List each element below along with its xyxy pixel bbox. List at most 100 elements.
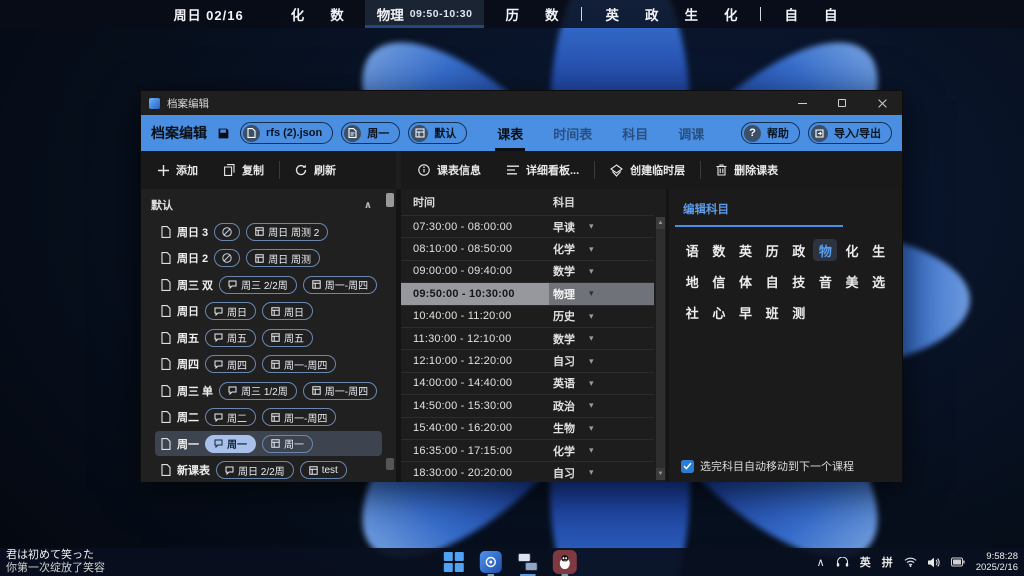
tab-swap[interactable]: 调课 bbox=[678, 115, 704, 151]
subject-button[interactable]: 化 bbox=[840, 239, 864, 261]
ime-lang-badge[interactable]: 英 bbox=[860, 554, 871, 570]
taskbar-clock[interactable]: 9:58:28 2025/2/16 bbox=[976, 551, 1018, 573]
checkbox-checked[interactable] bbox=[681, 460, 694, 473]
add-button[interactable]: 添加 bbox=[145, 157, 211, 183]
save-icon[interactable] bbox=[217, 127, 230, 140]
subject-dropdown[interactable]: 化学 ▾ bbox=[549, 238, 654, 259]
tab-timetable[interactable]: 时间表 bbox=[553, 115, 592, 151]
table-row[interactable]: 14:50:00 - 15:30:00 政治 ▾ bbox=[401, 394, 654, 416]
table-row[interactable]: 15:40:00 - 16:20:00 生物 ▾ bbox=[401, 417, 654, 439]
tab-schedule[interactable]: 课表 bbox=[497, 115, 523, 151]
subject-dropdown[interactable]: 政治 ▾ bbox=[549, 395, 654, 416]
subject-dropdown[interactable]: 物理 ▾ bbox=[549, 283, 654, 304]
topbar-subject[interactable]: 历 bbox=[492, 0, 532, 28]
start-button[interactable] bbox=[442, 551, 466, 573]
topbar-subject[interactable]: 化 bbox=[711, 0, 751, 28]
subject-button[interactable]: 语 bbox=[680, 239, 704, 261]
subject-button[interactable]: 音 bbox=[813, 270, 837, 292]
delete-schedule-button[interactable]: 删除课表 bbox=[703, 157, 791, 183]
subject-button[interactable]: 生 bbox=[867, 239, 891, 261]
subject-button[interactable]: 历 bbox=[760, 239, 784, 261]
profile-pill[interactable]: 默认 bbox=[408, 122, 467, 144]
subject-button[interactable]: 测 bbox=[787, 301, 811, 323]
table-scrollbar[interactable]: ▲ ▼ bbox=[656, 217, 665, 480]
group-header[interactable]: 默认 ∧ bbox=[141, 189, 396, 217]
refresh-button[interactable]: 刷新 bbox=[282, 157, 349, 183]
topbar-subject[interactable]: 自 bbox=[811, 0, 851, 28]
list-item[interactable]: 周三 双 周三 2/2周 周一-周四 bbox=[155, 272, 382, 297]
subject-button[interactable]: 自 bbox=[760, 270, 784, 292]
list-item[interactable]: 周二 周二 周一-周四 bbox=[155, 405, 382, 430]
auto-move-option[interactable]: 选完科目自动移动到下一个课程 bbox=[681, 458, 854, 474]
subject-button[interactable]: 心 bbox=[707, 301, 731, 323]
subject-dropdown[interactable]: 生物 ▾ bbox=[549, 418, 654, 439]
table-row[interactable]: 14:00:00 - 14:40:00 英语 ▾ bbox=[401, 372, 654, 394]
subject-button[interactable]: 政 bbox=[787, 239, 811, 261]
topbar-subject[interactable]: 化 bbox=[278, 0, 318, 28]
topbar-subject[interactable]: 政 bbox=[632, 0, 672, 28]
subject-dropdown[interactable]: 英语 ▾ bbox=[549, 373, 654, 394]
topbar-subject[interactable]: 英 bbox=[592, 0, 632, 28]
subject-button[interactable]: 数 bbox=[707, 239, 731, 261]
left-scrollbar[interactable] bbox=[386, 193, 394, 478]
subject-dropdown[interactable]: 历史 ▾ bbox=[549, 306, 654, 327]
table-row[interactable]: 12:10:00 - 12:20:00 自习 ▾ bbox=[401, 349, 654, 371]
schedule-info-button[interactable]: 课表信息 bbox=[405, 157, 494, 183]
headset-icon[interactable] bbox=[836, 557, 849, 568]
subject-button[interactable]: 地 bbox=[680, 270, 704, 292]
schedule-pill[interactable]: 周一 bbox=[341, 122, 400, 144]
help-button[interactable]: ? 帮助 bbox=[741, 122, 800, 144]
subject-dropdown[interactable]: 自习 ▾ bbox=[549, 462, 654, 482]
list-item[interactable]: 周四 周四 周一-周四 bbox=[155, 352, 382, 377]
table-row[interactable]: 08:10:00 - 08:50:00 化学 ▾ bbox=[401, 237, 654, 259]
tab-subjects[interactable]: 科目 bbox=[622, 115, 648, 151]
table-row[interactable]: 09:50:00 - 10:30:00 物理 ▾ bbox=[401, 282, 654, 304]
list-item[interactable]: 周五 周五 周五 bbox=[155, 325, 382, 350]
subject-button[interactable]: 物 bbox=[813, 239, 837, 261]
table-row[interactable]: 09:00:00 - 09:40:00 数学 ▾ bbox=[401, 260, 654, 282]
subject-button[interactable]: 早 bbox=[734, 301, 758, 323]
subject-dropdown[interactable]: 化学 ▾ bbox=[549, 440, 654, 461]
list-item[interactable]: 周三 单 周三 1/2周 周一-周四 bbox=[155, 378, 382, 403]
list-item[interactable]: 周日 2 周日 周测 bbox=[155, 246, 382, 271]
maximize-button[interactable] bbox=[822, 91, 862, 115]
detail-board-button[interactable]: 详细看板... bbox=[494, 157, 592, 183]
subject-button[interactable]: 英 bbox=[734, 239, 758, 261]
subject-button[interactable]: 班 bbox=[760, 301, 784, 323]
scrollbar-down-box[interactable] bbox=[386, 458, 394, 470]
table-row[interactable]: 07:30:00 - 08:00:00 早读 ▾ bbox=[401, 215, 654, 237]
subject-button[interactable]: 信 bbox=[707, 270, 731, 292]
subject-button[interactable]: 体 bbox=[734, 270, 758, 292]
close-button[interactable] bbox=[862, 91, 902, 115]
subject-dropdown[interactable]: 数学 ▾ bbox=[549, 328, 654, 349]
subject-dropdown[interactable]: 自习 ▾ bbox=[549, 350, 654, 371]
table-row[interactable]: 16:35:00 - 17:15:00 化学 ▾ bbox=[401, 439, 654, 461]
list-item[interactable]: 周日 3 周日 周测 2 bbox=[155, 219, 382, 244]
collapse-chevron-icon[interactable]: ∧ bbox=[364, 200, 372, 211]
wifi-icon[interactable] bbox=[904, 557, 917, 567]
table-row[interactable]: 11:30:00 - 12:10:00 数学 ▾ bbox=[401, 327, 654, 349]
subject-button[interactable]: 选 bbox=[867, 270, 891, 292]
scroll-up-icon[interactable]: ▲ bbox=[656, 217, 665, 229]
list-item[interactable]: 周日 周日 周日 bbox=[155, 299, 382, 324]
subject-button[interactable]: 技 bbox=[787, 270, 811, 292]
volume-icon[interactable] bbox=[928, 557, 940, 568]
table-row[interactable]: 18:30:00 - 20:20:00 自习 ▾ bbox=[401, 461, 654, 482]
list-item[interactable]: 周一 周一 周一 bbox=[155, 431, 382, 456]
import-export-button[interactable]: 导入/导出 bbox=[808, 122, 892, 144]
topbar-subject[interactable]: 生 bbox=[671, 0, 711, 28]
scrollbar-thumb[interactable] bbox=[386, 193, 394, 207]
list-item[interactable]: 新课表 周日 2/2周 test bbox=[155, 458, 382, 483]
taskbar-app-editor[interactable] bbox=[516, 551, 540, 573]
subject-button[interactable]: 美 bbox=[840, 270, 864, 292]
minimize-button[interactable] bbox=[782, 91, 822, 115]
window-titlebar[interactable]: 档案编辑 bbox=[141, 91, 902, 115]
subject-dropdown[interactable]: 数学 ▾ bbox=[549, 261, 654, 282]
table-row[interactable]: 10:40:00 - 11:20:00 历史 ▾ bbox=[401, 305, 654, 327]
topbar-current-class[interactable]: 物理 09:50-10:30 bbox=[365, 0, 485, 28]
copy-button[interactable]: 复制 bbox=[211, 157, 277, 183]
tab-edit-subject[interactable]: 编辑科目 bbox=[683, 201, 729, 225]
tray-chevron-icon[interactable]: ∧ bbox=[817, 556, 825, 569]
create-temp-layer-button[interactable]: 创建临时层 bbox=[597, 157, 698, 183]
taskbar-app-classisland[interactable] bbox=[479, 551, 503, 573]
